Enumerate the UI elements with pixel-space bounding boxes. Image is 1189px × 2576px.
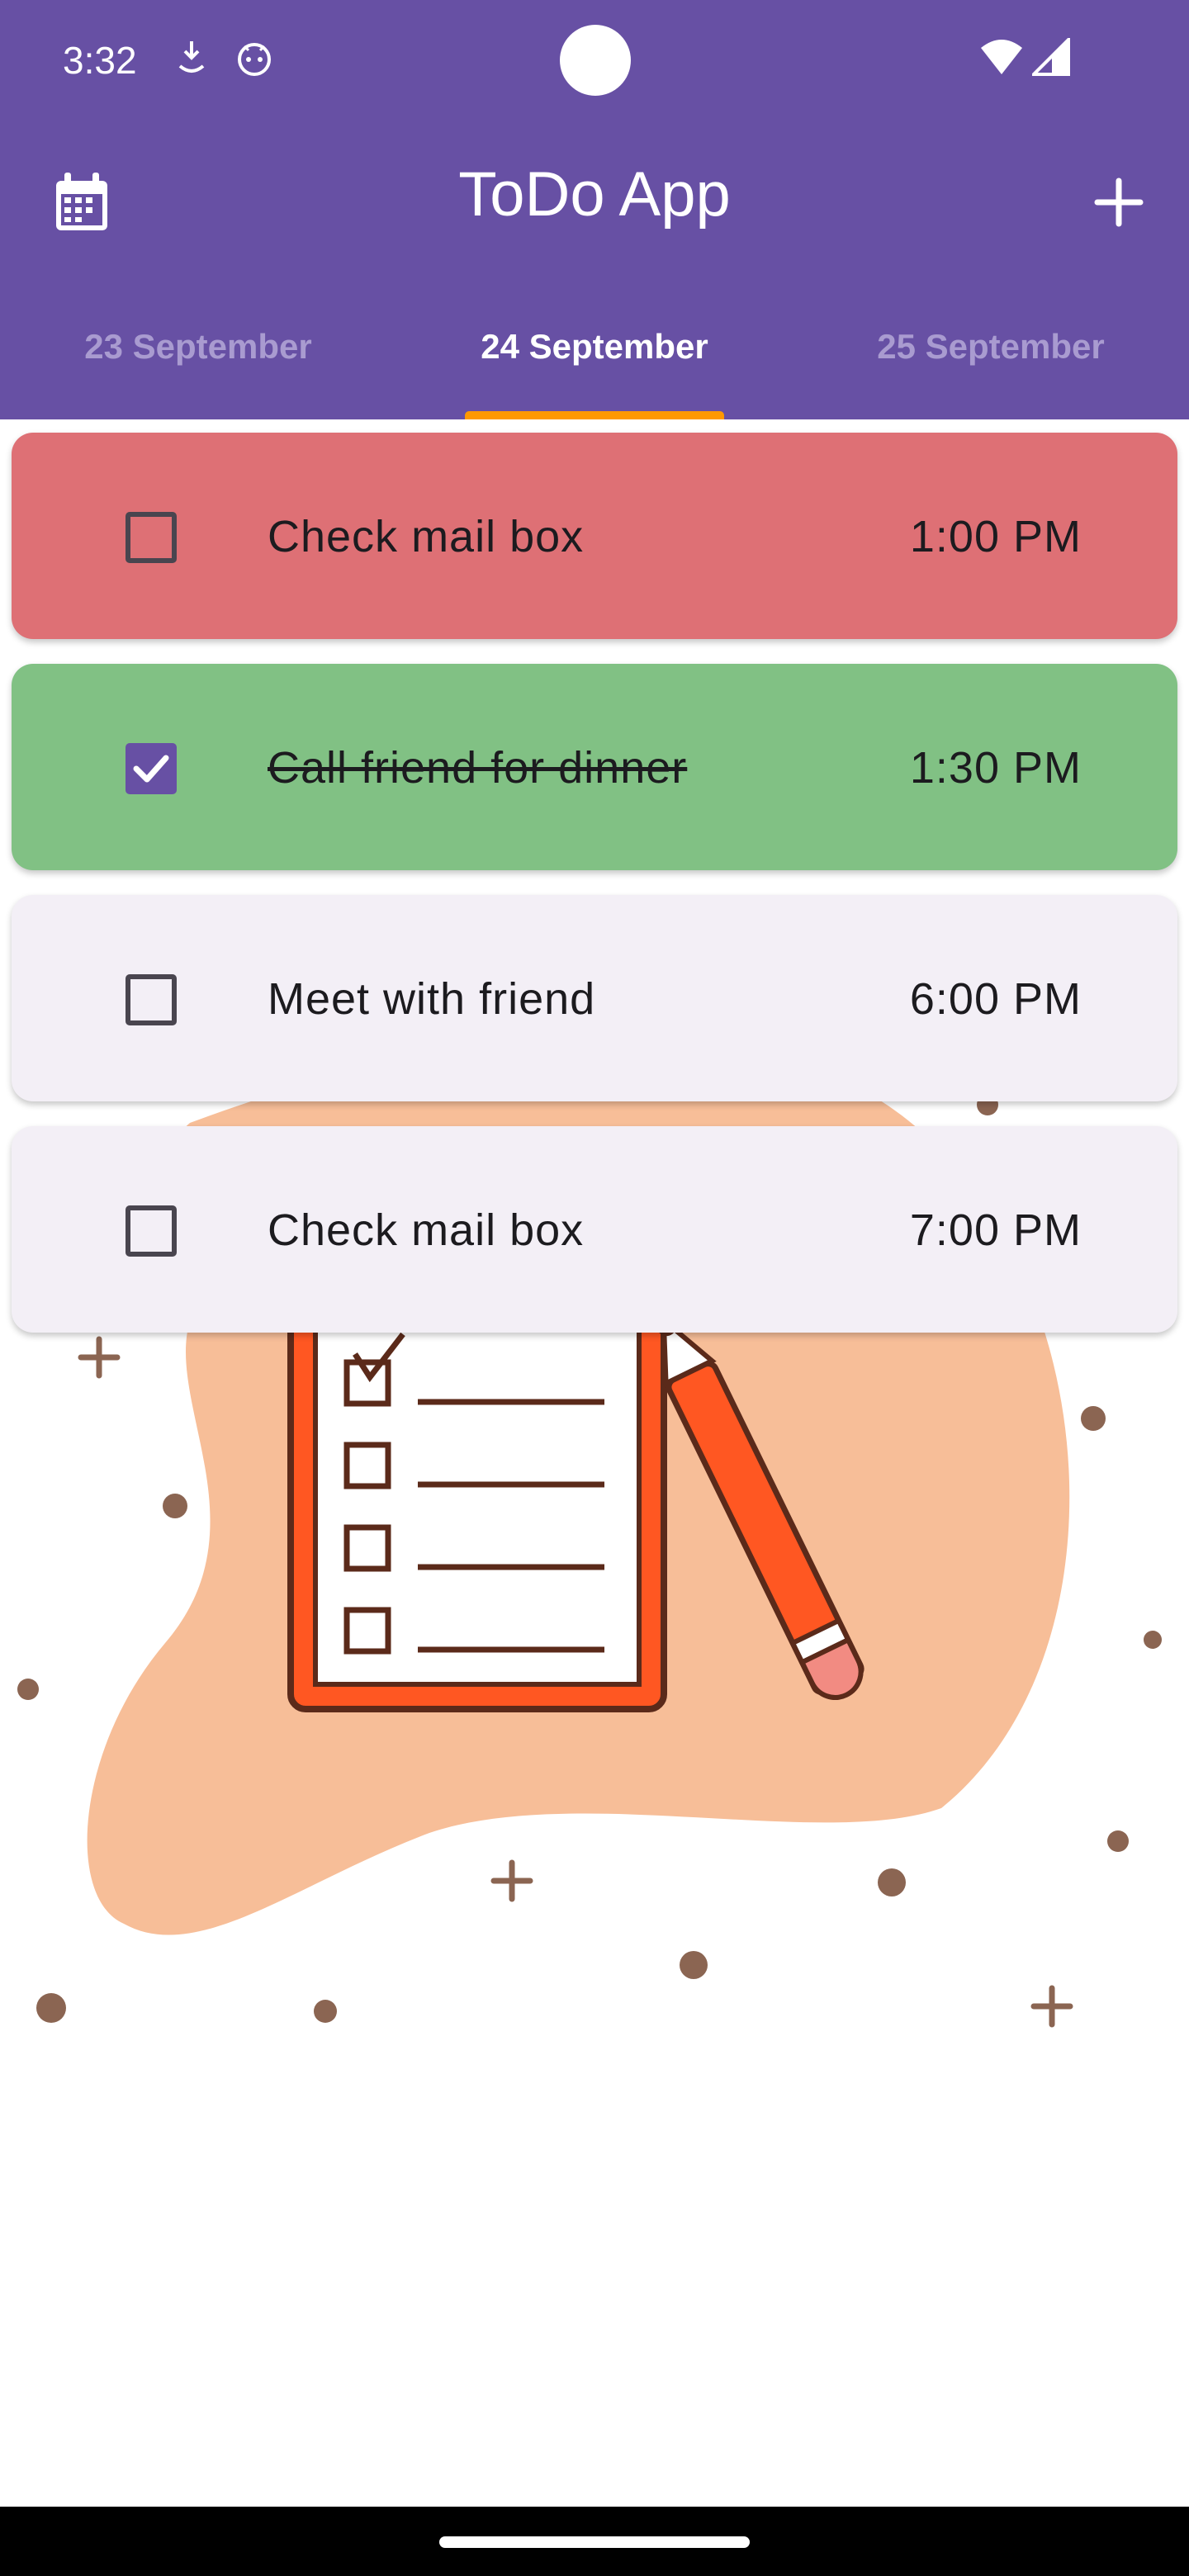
task-time: 1:30 PM (909, 743, 1082, 793)
task-card[interactable]: Check mail box 1:00 PM (12, 433, 1177, 639)
system-navigation-bar (0, 2507, 1189, 2576)
task-title: Meet with friend (268, 974, 596, 1024)
toolbar: ToDo App (0, 140, 1189, 256)
task-checkbox[interactable] (126, 974, 177, 1025)
date-tabs: 23 September 24 September 25 September (0, 305, 1189, 419)
tab-indicator (465, 411, 724, 419)
task-checkbox[interactable] (126, 1205, 177, 1257)
android-robot-icon (234, 38, 274, 82)
task-title: Call friend for dinner (268, 743, 688, 793)
plus-icon (1094, 178, 1144, 227)
task-title: Check mail box (268, 1205, 585, 1255)
tab-25-september[interactable]: 25 September (793, 327, 1189, 367)
task-checkbox[interactable] (126, 743, 177, 794)
task-time: 1:00 PM (909, 512, 1082, 561)
cell-signal-icon (1030, 36, 1070, 80)
wifi-icon (979, 38, 1024, 80)
task-time: 7:00 PM (909, 1205, 1082, 1255)
task-card[interactable]: Check mail box 7:00 PM (12, 1126, 1177, 1333)
add-task-button[interactable] (1082, 165, 1156, 239)
task-time: 6:00 PM (909, 974, 1082, 1024)
tab-23-september[interactable]: 23 September (0, 327, 396, 367)
check-icon (133, 755, 169, 783)
task-checkbox[interactable] (126, 512, 177, 563)
task-title: Check mail box (268, 512, 585, 561)
front-camera (560, 25, 631, 96)
home-gesture-handle[interactable] (439, 2536, 750, 2548)
status-time: 3:32 (63, 39, 137, 82)
task-list: Check mail box 1:00 PM Call friend for d… (12, 433, 1177, 1357)
task-card[interactable]: Call friend for dinner 1:30 PM (12, 664, 1177, 870)
status-bar: 3:32 (0, 0, 1189, 124)
page-title: ToDo App (458, 159, 731, 230)
download-status-icon (177, 38, 206, 82)
app-bar: 3:32 ToDo App 23 September 24 September … (0, 0, 1189, 419)
task-card[interactable]: Meet with friend 6:00 PM (12, 895, 1177, 1101)
tab-24-september[interactable]: 24 September (396, 327, 793, 367)
